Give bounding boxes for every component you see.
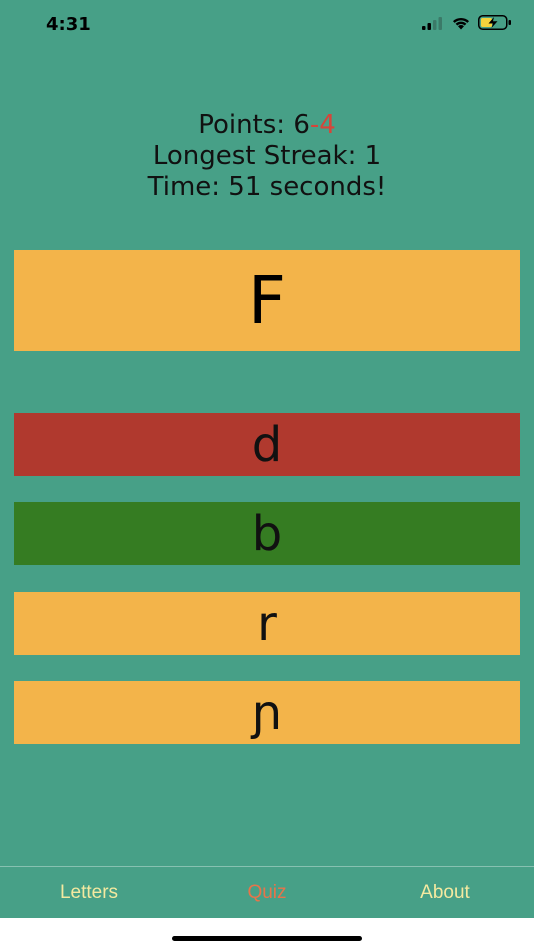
answer-option-2[interactable]: b [14, 502, 520, 565]
tab-bar: Letters Quiz About [0, 866, 534, 919]
status-icons [422, 15, 512, 30]
longest-streak: Longest Streak: 1 [152, 141, 382, 171]
status-bar: 4:31 [0, 0, 534, 50]
battery-charging-icon [478, 15, 511, 30]
answer-option-label: r [257, 595, 277, 652]
tab-about[interactable]: About [356, 867, 534, 919]
points-line: Points: 6-4 [0, 110, 534, 141]
answer-option-3[interactable]: r [14, 592, 520, 655]
home-indicator-area [0, 918, 534, 950]
answer-option-label: ɲ [251, 684, 283, 741]
home-indicator[interactable] [172, 936, 362, 941]
points-wrong: -4 [309, 110, 336, 140]
points-label: Points: [198, 110, 294, 140]
answer-option-label: d [251, 416, 283, 473]
prompt-letter-card: F [14, 250, 520, 351]
cellular-signal-icon [422, 16, 442, 30]
elapsed-time: Time: 51 seconds! [147, 172, 387, 202]
points-correct: 6 [293, 110, 310, 140]
stats-panel: Points: 6-4 Longest Streak: 1 Time: 51 s… [0, 110, 534, 203]
tab-letters[interactable]: Letters [0, 867, 178, 919]
prompt-letter: F [248, 262, 286, 339]
tab-quiz[interactable]: Quiz [178, 867, 356, 919]
status-time: 4:31 [46, 14, 91, 35]
wifi-icon [453, 17, 469, 29]
answer-option-label: b [251, 505, 283, 562]
answer-option-1[interactable]: d [14, 413, 520, 476]
answer-option-4[interactable]: ɲ [14, 681, 520, 744]
